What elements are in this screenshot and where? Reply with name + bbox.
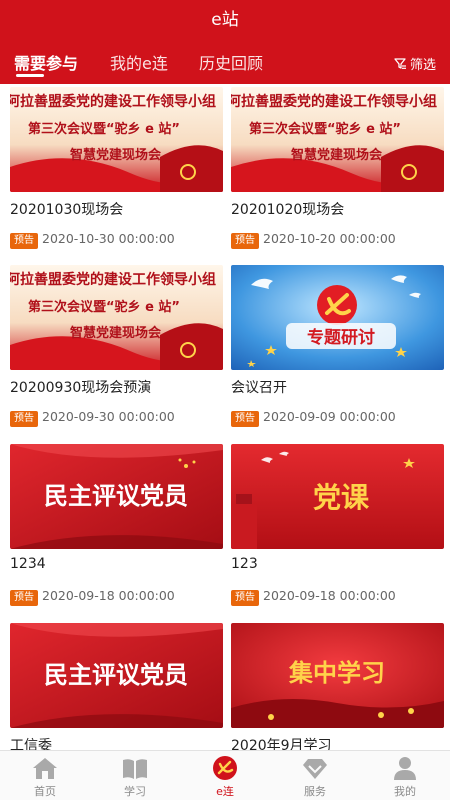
banner-line: 第三次会议暨“驼乡 e 站” (28, 299, 180, 315)
card-title: 会议召开 (231, 380, 287, 396)
page-title: e站 (211, 10, 239, 30)
card-title: 20201030现场会 (10, 202, 124, 218)
card-date: 2020-09-18 00:00:00 (42, 588, 175, 603)
tab-need-participate[interactable]: 需要参与 (14, 50, 78, 74)
nav-label: 我的 (394, 785, 416, 798)
banner-meeting-image: 阿拉善盟委党的建设工作领导小组 第三次会议暨“驼乡 e 站” 智慧党建现场会 (10, 265, 223, 370)
tab-my-elian[interactable]: 我的e连 (110, 50, 168, 74)
status-badge: 预告 (231, 233, 259, 249)
banner-review-image: 民主评议党员 (10, 623, 223, 728)
card-date: 2020-09-30 00:00:00 (42, 409, 175, 424)
nav-home[interactable]: 首页 (0, 751, 90, 800)
status-badge: 预告 (10, 590, 38, 606)
banner-line: 阿拉善盟委党的建设工作领导小组 (10, 271, 216, 288)
nav-study[interactable]: 学习 (90, 751, 180, 800)
active-tab-indicator (16, 74, 44, 77)
banner-line: 阿拉善盟委党的建设工作领导小组 (10, 93, 216, 110)
banner-text: 专题研讨 (307, 327, 375, 348)
nav-label: e连 (216, 785, 234, 798)
card-title: 1234 (10, 556, 46, 572)
banner-line: 第三次会议暨“驼乡 e 站” (249, 121, 401, 137)
card-date: 2020-09-18 00:00:00 (263, 588, 396, 603)
card-title: 工信委 (10, 738, 52, 750)
nav-label: 首页 (34, 785, 56, 798)
card-date: 2020-10-30 00:00:00 (42, 231, 175, 246)
status-badge: 预告 (231, 590, 259, 606)
diamond-icon (303, 759, 327, 779)
banner-text: 集中学习 (288, 658, 385, 687)
banner-meeting-image: 阿拉善盟委党的建设工作领导小组 第三次会议暨“驼乡 e 站” 智慧党建现场会 (10, 87, 223, 192)
card-title: 20200930现场会预演 (10, 380, 152, 396)
activity-card[interactable]: 阿拉善盟委党的建设工作领导小组 第三次会议暨“驼乡 e 站” 智慧党建现场会 2… (10, 87, 223, 263)
card-title: 20201020现场会 (231, 202, 345, 218)
banner-line: 第三次会议暨“驼乡 e 站” (28, 121, 180, 137)
banner-review-image: 民主评议党员 (10, 444, 223, 549)
tab-history[interactable]: 历史回顾 (199, 50, 263, 74)
filter-button[interactable]: 筛选 (394, 54, 436, 73)
activity-card[interactable]: 民主评议党员 工信委 (10, 623, 223, 750)
status-badge: 预告 (10, 411, 38, 427)
card-date: 2020-09-09 00:00:00 (263, 409, 396, 424)
banner-study-image: 集中学习 (231, 623, 444, 728)
bottom-nav: 首页 学习 e连 服务 我的 (0, 750, 450, 800)
banner-text: 民主评议党员 (44, 481, 188, 510)
nav-label: 服务 (304, 785, 326, 798)
banner-text: 党课 (313, 481, 370, 514)
card-title: 123 (231, 556, 258, 572)
activity-card[interactable]: 阿拉善盟委党的建设工作领导小组 第三次会议暨“驼乡 e 站” 智慧党建现场会 2… (10, 265, 223, 441)
nav-service[interactable]: 服务 (270, 751, 360, 800)
filter-icon (394, 58, 406, 69)
banner-meeting-image: 阿拉善盟委党的建设工作领导小组 第三次会议暨“驼乡 e 站” 智慧党建现场会 (231, 87, 444, 192)
party-emblem-icon (213, 756, 237, 780)
nav-elian[interactable]: e连 (180, 751, 270, 800)
activity-card[interactable]: 集中学习 2020年9月学习 (231, 623, 444, 750)
status-badge: 预告 (10, 233, 38, 249)
filter-label: 筛选 (409, 58, 436, 73)
card-title: 2020年9月学习 (231, 738, 332, 750)
nav-mine[interactable]: 我的 (360, 751, 450, 800)
activity-grid: 阿拉善盟委党的建设工作领导小组 第三次会议暨“驼乡 e 站” 智慧党建现场会 2… (0, 84, 450, 750)
banner-line: 智慧党建现场会 (291, 147, 383, 163)
activity-card[interactable]: 党课 123 预告 2020-09-18 00:00:00 (231, 444, 444, 620)
banner-lesson-image: 党课 (231, 444, 444, 549)
status-badge: 预告 (231, 411, 259, 427)
app-header: e站 (0, 0, 450, 40)
banner-text: 民主评议党员 (44, 660, 188, 689)
banner-line: 阿拉善盟委党的建设工作领导小组 (231, 93, 437, 110)
tab-bar: 需要参与 我的e连 历史回顾 筛选 (0, 40, 450, 84)
banner-line: 智慧党建现场会 (70, 325, 162, 341)
user-icon (394, 757, 416, 780)
book-icon (123, 759, 147, 779)
home-icon (33, 758, 57, 779)
activity-card[interactable]: 专题研讨 会议召开 预告 2020-09-09 00:00:00 (231, 265, 444, 441)
activity-card[interactable]: 阿拉善盟委党的建设工作领导小组 第三次会议暨“驼乡 e 站” 智慧党建现场会 2… (231, 87, 444, 263)
nav-label: 学习 (124, 785, 146, 798)
banner-seminar-image: 专题研讨 (231, 265, 444, 370)
banner-line: 智慧党建现场会 (70, 147, 162, 163)
card-date: 2020-10-20 00:00:00 (263, 231, 396, 246)
activity-card[interactable]: 民主评议党员 1234 预告 2020-09-18 00:00:00 (10, 444, 223, 620)
